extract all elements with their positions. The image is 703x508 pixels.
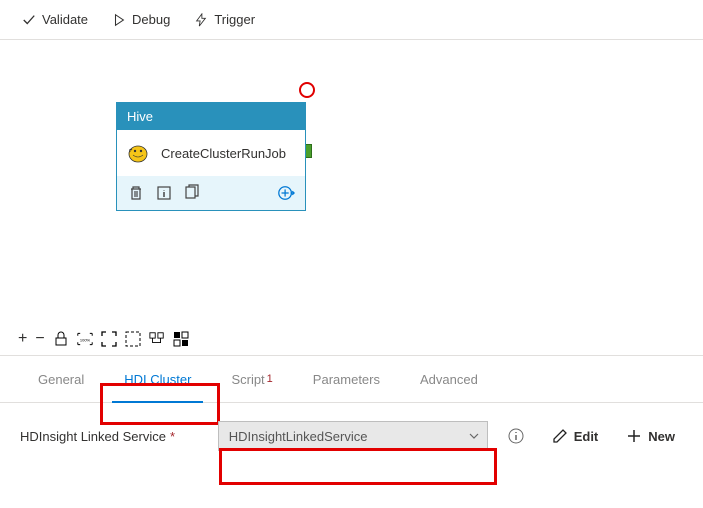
linked-service-dropdown[interactable]: HDInsightLinkedService [218, 421, 488, 451]
edit-label: Edit [574, 429, 599, 444]
copy-icon[interactable] [183, 184, 201, 202]
tab-general[interactable]: General [18, 356, 104, 402]
canvas-zoom-controls: + − 100% [18, 331, 189, 347]
pencil-icon [552, 428, 568, 444]
tab-hdi-cluster[interactable]: HDI Cluster [104, 356, 211, 402]
top-toolbar: Validate Debug Trigger [0, 0, 703, 40]
layout-icon[interactable] [173, 331, 189, 347]
debug-label: Debug [132, 12, 170, 27]
validate-label: Validate [42, 12, 88, 27]
properties-tabs: General HDI Cluster Script1 Parameters A… [0, 355, 703, 403]
info-circle-icon [508, 428, 524, 444]
info-button[interactable] [500, 424, 532, 448]
linked-service-label: HDInsight Linked Service* [20, 429, 206, 444]
required-asterisk: * [170, 429, 175, 444]
new-label: New [648, 429, 675, 444]
zoom-100-icon[interactable]: 100% [77, 331, 93, 347]
plus-icon [626, 428, 642, 444]
debug-button[interactable]: Debug [102, 8, 180, 31]
zoom-in-button[interactable]: + [18, 331, 27, 347]
trigger-button[interactable]: Trigger [184, 8, 265, 31]
zoom-out-button[interactable]: − [35, 331, 44, 347]
tab-script[interactable]: Script1 [211, 356, 292, 402]
fullscreen-icon[interactable] [125, 331, 141, 347]
add-output-icon[interactable] [277, 184, 295, 202]
activity-body: CreateClusterRunJob [117, 130, 305, 176]
hive-icon [127, 142, 151, 164]
linked-service-row: HDInsight Linked Service* HDInsightLinke… [0, 403, 703, 469]
hive-activity-node[interactable]: Hive CreateClusterRunJob [116, 102, 306, 211]
trigger-label: Trigger [214, 12, 255, 27]
align-icon[interactable] [149, 331, 165, 347]
validate-button[interactable]: Validate [12, 8, 98, 31]
validation-error-indicator [299, 82, 315, 98]
delete-icon[interactable] [127, 184, 145, 202]
activity-actions [117, 176, 305, 210]
tab-advanced[interactable]: Advanced [400, 356, 498, 402]
tab-parameters[interactable]: Parameters [293, 356, 400, 402]
play-outline-icon [112, 13, 126, 27]
check-icon [22, 13, 36, 27]
new-button[interactable]: New [618, 424, 683, 448]
svg-text:100%: 100% [80, 337, 91, 342]
script-badge: 1 [267, 373, 273, 385]
trigger-icon [194, 13, 208, 27]
zoom-fit-icon[interactable] [101, 331, 117, 347]
lock-icon[interactable] [53, 331, 69, 347]
chevron-down-icon [469, 431, 479, 441]
activity-name: CreateClusterRunJob [161, 146, 286, 161]
activity-type-header: Hive [117, 103, 305, 130]
dropdown-value: HDInsightLinkedService [229, 429, 368, 444]
info-icon[interactable] [155, 184, 173, 202]
pipeline-canvas[interactable]: Hive CreateClusterRunJob + − 100% [0, 40, 703, 355]
edit-button[interactable]: Edit [544, 424, 607, 448]
